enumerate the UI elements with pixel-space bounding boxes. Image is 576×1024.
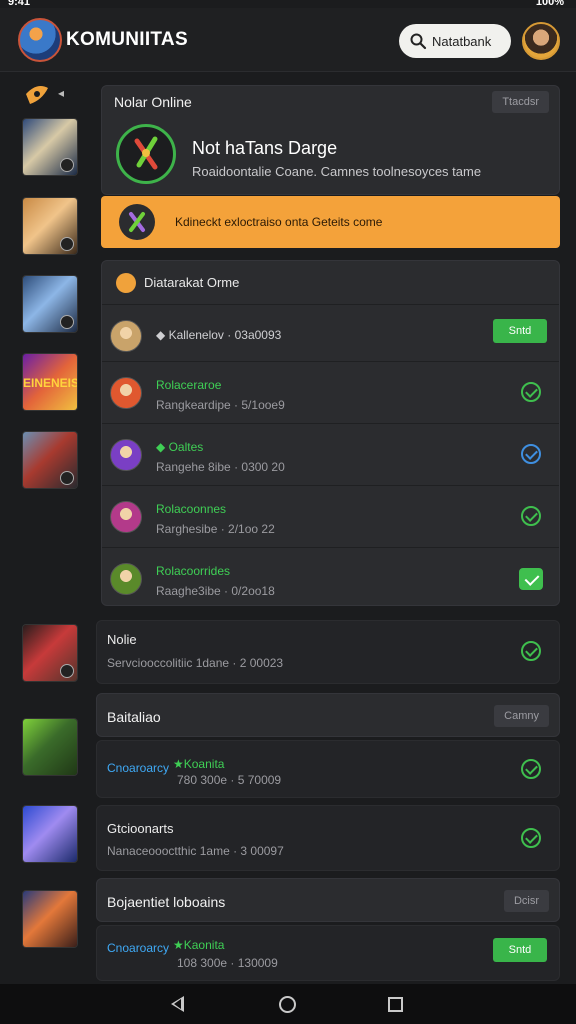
section-card: Baitaliao Camny — [96, 693, 560, 737]
section-row[interactable]: Cnoaroarcy ★Koanita 780 300e · 5 70009 — [96, 740, 560, 798]
search-label: Natatbank — [432, 34, 492, 49]
row-date: 780 300e · 5 70009 — [177, 773, 282, 787]
status-time: 9:41 — [8, 0, 31, 8]
home-icon[interactable] — [279, 996, 296, 1013]
row-name: Rolacoonnes — [156, 502, 227, 516]
section-tag[interactable]: Dcisr — [503, 890, 549, 912]
row-date: Rarghesibe · 2/1oo 22 — [156, 522, 275, 536]
check-circle-icon[interactable] — [521, 641, 541, 661]
row-label: Cnoaroarcy — [107, 941, 170, 955]
item-date: Servciooccolitiic 1dane · 2 00023 — [107, 656, 284, 670]
row-name: ◆ Kallenelov · 03a0093 — [156, 328, 282, 342]
list-title: Diatarakat Orme — [144, 275, 240, 290]
app-header: KOMUNIITAS Natatbank — [0, 8, 576, 72]
row-avatar — [110, 563, 142, 595]
sidebar-game-7[interactable] — [22, 718, 78, 776]
row-name: Rolacoorrides — [156, 564, 231, 578]
game-badge-icon — [60, 471, 74, 485]
section-row[interactable]: Gtcioonarts Nanaceoooctthic 1ame · 3 000… — [96, 805, 560, 871]
section-title: Bojaentiet loboains — [107, 894, 226, 910]
row-date: Rangkeardipe · 5/1ooe9 — [156, 398, 285, 412]
online-card: Nolar Online Ttacdsr Not haTans Darge Ro… — [101, 85, 560, 195]
list-row[interactable]: Rolacoonnes Rarghesibe · 2/1oo 22 — [102, 485, 559, 547]
game-badge-icon — [60, 158, 74, 172]
online-card-title: Nolar Online — [114, 94, 192, 110]
sidebar-game-1[interactable] — [22, 118, 78, 176]
game-badge-icon — [60, 664, 74, 678]
online-card-tag[interactable]: Ttacdsr — [492, 91, 549, 113]
banner-game-icon — [119, 204, 155, 240]
row-date: Nanaceoooctthic 1ame · 3 00097 — [107, 844, 284, 858]
section-tag[interactable]: Camny — [494, 705, 549, 727]
sidebar-game-3[interactable] — [22, 275, 78, 333]
check-circle-icon[interactable] — [521, 759, 541, 779]
row-name: ★Koanita — [173, 757, 225, 771]
sidebar-game-9[interactable] — [22, 890, 78, 948]
list-header-icon — [116, 273, 136, 293]
section-card: Bojaentiet loboains Dcisr — [96, 878, 560, 922]
row-date: Raaghe3ibe · 0/2oo18 — [156, 584, 275, 598]
game-badge-icon — [60, 315, 74, 329]
sidebar-game-6[interactable] — [22, 624, 78, 682]
app-title: KOMUNIITAS — [66, 29, 188, 50]
row-avatar — [110, 377, 142, 409]
send-button[interactable]: Sntd — [493, 319, 547, 343]
list-row[interactable]: Rolacoorrides Raaghe3ibe · 0/2oo18 — [102, 547, 559, 609]
section-title: Gtcioonarts — [107, 821, 174, 836]
game-caption: EINENEIS — [23, 376, 78, 390]
row-date: Rangehe 8ibe · 0300 20 — [156, 460, 285, 474]
section-row[interactable]: Cnoaroarcy ★Kaonita 108 300e · 130009 Sn… — [96, 925, 560, 981]
checkbox-checked-icon[interactable] — [519, 568, 543, 590]
sidebar-game-8[interactable] — [22, 805, 78, 863]
check-circle-icon[interactable] — [521, 444, 541, 464]
section-title: Baitaliao — [107, 709, 161, 725]
row-name: Rolaceraroe — [156, 378, 222, 392]
item-row[interactable]: Nolie Servciooccolitiic 1dane · 2 00023 — [96, 620, 560, 684]
collapse-arrow-icon[interactable]: ◂ — [58, 86, 64, 100]
row-name: ★Kaonita — [173, 938, 225, 952]
sidebar-logo[interactable]: ◂ — [24, 84, 64, 106]
list-row[interactable]: Rolaceraroe Rangkeardipe · 5/1ooe9 — [102, 361, 559, 423]
back-icon[interactable] — [171, 996, 184, 1012]
send-button[interactable]: Sntd — [493, 938, 547, 962]
row-date: 108 300e · 130009 — [177, 956, 278, 970]
friends-list-card: Diatarakat Orme ◆ Kallenelov · 03a0093 S… — [101, 260, 560, 606]
game-sidebar: ◂ EINENEIS — [0, 72, 96, 984]
search-icon — [410, 33, 427, 50]
row-avatar — [110, 501, 142, 533]
game-logo-icon — [116, 124, 176, 184]
search-button[interactable]: Natatbank — [399, 24, 511, 58]
status-battery: 100% — [535, 0, 564, 8]
system-nav-bar — [0, 984, 576, 1024]
sidebar-game-5[interactable] — [22, 431, 78, 489]
app-logo-avatar[interactable] — [18, 18, 62, 62]
list-row[interactable]: ◆ Oaltes Rangehe 8ibe · 0300 20 — [102, 423, 559, 485]
row-avatar — [110, 320, 142, 352]
sidebar-game-2[interactable] — [22, 197, 78, 255]
list-header: Diatarakat Orme — [102, 261, 559, 305]
recents-icon[interactable] — [388, 997, 403, 1012]
online-game-subtitle: Roaidoontalie Coane. Camnes toolnesoyces… — [192, 164, 482, 179]
item-name: Nolie — [107, 632, 137, 647]
check-circle-icon[interactable] — [521, 382, 541, 402]
row-label: Cnoaroarcy — [107, 761, 170, 775]
list-row[interactable]: ◆ Kallenelov · 03a0093 Sntd — [102, 305, 559, 367]
row-avatar — [110, 439, 142, 471]
row-name: ◆ Oaltes — [156, 440, 204, 454]
check-circle-icon[interactable] — [521, 828, 541, 848]
game-badge-icon — [60, 237, 74, 251]
online-game-title: Not haTans Darge — [192, 138, 338, 158]
profile-avatar[interactable] — [522, 22, 560, 60]
promo-banner[interactable]: Kdineckt exloctraiso onta Geteits come — [101, 196, 560, 248]
rocket-icon — [26, 86, 48, 104]
check-circle-icon[interactable] — [521, 506, 541, 526]
sidebar-game-4[interactable]: EINENEIS — [22, 353, 78, 411]
banner-text: Kdineckt exloctraiso onta Geteits come — [175, 215, 383, 229]
status-bar: 9:41 100% — [0, 0, 576, 8]
